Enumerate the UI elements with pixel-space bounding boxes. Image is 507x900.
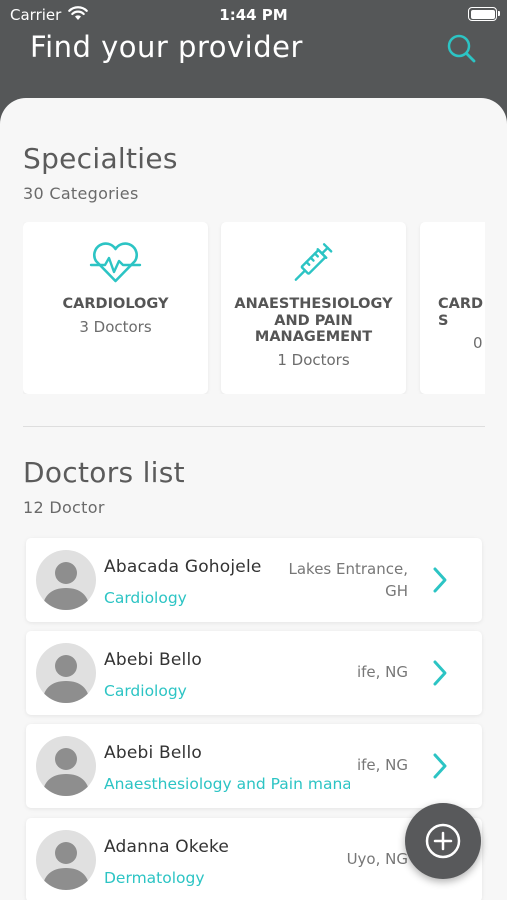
- add-button[interactable]: [405, 803, 481, 879]
- doctor-name: Abebi Bello: [104, 743, 202, 763]
- doctor-specialty: Dermatology: [104, 869, 205, 887]
- search-button[interactable]: [443, 30, 479, 66]
- heart-pulse-icon: [89, 242, 142, 283]
- doctor-list-item[interactable]: Abebi Bello Cardiology ife, NG: [26, 631, 482, 715]
- plus-circle-icon: [425, 823, 461, 859]
- avatar: [36, 830, 96, 890]
- doctors-count: 12 Doctor: [23, 498, 105, 517]
- specialties-count: 30 Categories: [23, 184, 139, 203]
- doctor-specialty: Cardiology: [104, 682, 187, 700]
- syringe-icon: [294, 243, 333, 281]
- specialty-name: CARD S: [438, 296, 484, 329]
- chevron-right-icon: [433, 660, 447, 686]
- specialties-title: Specialties: [23, 142, 178, 175]
- doctor-list-item[interactable]: Abacada Gohojele Cardiology Lakes Entran…: [26, 538, 482, 622]
- avatar: [36, 550, 96, 610]
- doctor-name: Abebi Bello: [104, 650, 202, 670]
- page-title: Find your provider: [30, 30, 303, 64]
- status-bar: Carrier 1:44 PM: [0, 0, 507, 30]
- chevron-right-icon: [433, 567, 447, 593]
- doctor-specialty: Anaesthesiology and Pain management: [104, 775, 350, 793]
- doctor-list-item[interactable]: Abebi Bello Anaesthesiology and Pain man…: [26, 724, 482, 808]
- doctor-location: Lakes Entrance, GH: [288, 560, 409, 600]
- specialty-card-cardiology[interactable]: CARDIOLOGY 3 Doctors: [23, 222, 208, 394]
- doctors-list-title: Doctors list: [23, 456, 185, 489]
- doctor-location: Uyo, NG: [346, 850, 408, 868]
- section-divider: [23, 426, 485, 427]
- specialty-name: CARDIOLOGY: [62, 296, 169, 312]
- doctor-location: ife, NG: [356, 663, 408, 681]
- content-sheet: Specialties 30 Categories CARDIOLOGY 3 D…: [0, 98, 507, 900]
- doctor-name: Abacada Gohojele: [104, 557, 262, 577]
- chevron-right-icon: [433, 753, 447, 779]
- search-icon: [447, 34, 476, 63]
- doctor-name: Adanna Okeke: [104, 837, 230, 857]
- specialty-doctor-count: 1 Doctors: [277, 351, 350, 369]
- specialty-doctor-count: 3 Doctors: [79, 318, 152, 336]
- specialty-doctor-count: 0: [473, 334, 483, 352]
- specialty-card-anaesthesiology[interactable]: ANAESTHESIOLOGY AND PAIN MANAGEMENT 1 Do…: [221, 222, 406, 394]
- clock-time: 1:44 PM: [219, 6, 288, 24]
- specialty-name: ANAESTHESIOLOGY AND PAIN MANAGEMENT: [234, 296, 393, 345]
- avatar: [36, 736, 96, 796]
- battery-icon: [468, 7, 500, 21]
- specialty-card-partial[interactable]: CARD S 0: [420, 222, 485, 394]
- specialties-carousel[interactable]: CARDIOLOGY 3 Doctors ANAESTHESIOLOGY AND…: [23, 222, 485, 394]
- avatar: [36, 643, 96, 703]
- doctor-location: ife, NG: [356, 756, 408, 774]
